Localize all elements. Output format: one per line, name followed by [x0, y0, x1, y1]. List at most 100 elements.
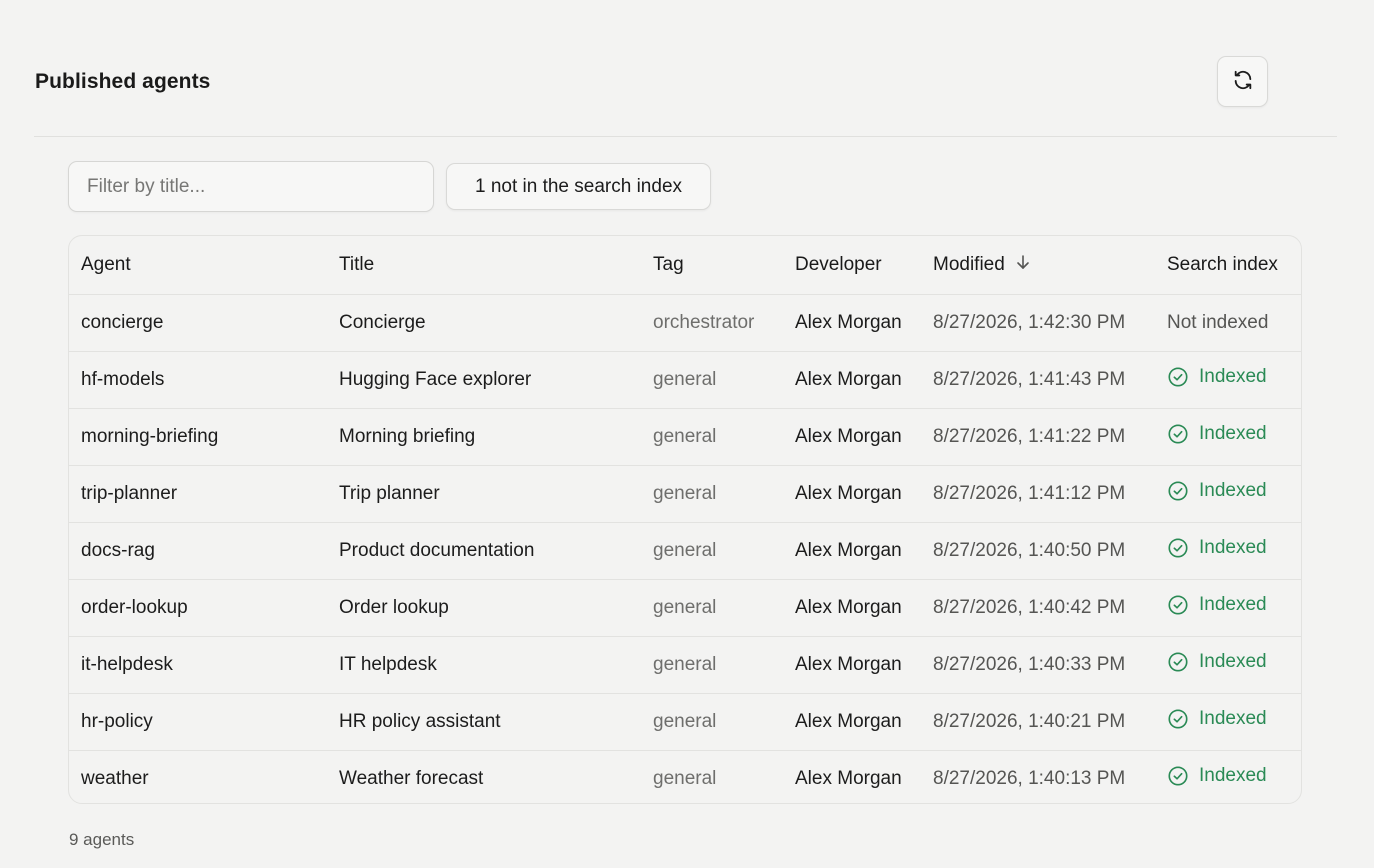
check-circle-icon — [1167, 480, 1189, 502]
cell-search-index: Not indexed — [1155, 294, 1301, 352]
cell-developer: Alex Morgan — [783, 693, 921, 751]
check-circle-icon — [1167, 537, 1189, 559]
cell-title: Hugging Face explorer — [327, 351, 641, 409]
table-header-row: Agent Title Tag Developer Modified Searc… — [69, 236, 1301, 295]
check-circle-icon — [1167, 594, 1189, 616]
cell-title: Trip planner — [327, 465, 641, 523]
cell-developer: Alex Morgan — [783, 408, 921, 466]
status-badge: Indexed — [1167, 480, 1267, 502]
filter-title-input[interactable] — [68, 161, 434, 212]
status-label: Indexed — [1199, 764, 1267, 786]
cell-search-index: Indexed — [1155, 579, 1301, 637]
refresh-button[interactable] — [1217, 56, 1268, 107]
cell-title: Morning briefing — [327, 408, 641, 466]
cell-title: Order lookup — [327, 579, 641, 637]
status-badge: Indexed — [1167, 594, 1267, 616]
cell-modified: 8/27/2026, 1:40:50 PM — [921, 522, 1155, 580]
column-header-title[interactable]: Title — [327, 236, 641, 295]
cell-developer: Alex Morgan — [783, 579, 921, 637]
cell-agent: concierge — [69, 294, 327, 352]
cell-agent: weather — [81, 767, 149, 789]
status-label: Indexed — [1199, 536, 1267, 558]
cell-title: HR policy assistant — [327, 693, 641, 751]
cell-search-index: Indexed — [1155, 465, 1301, 523]
cell-agent: docs-rag — [69, 522, 327, 580]
page-header — [34, 0, 1337, 137]
table-row[interactable]: it-helpdesk IT helpdesk general Alex Morgan… — [69, 636, 1301, 694]
table-row[interactable]: order-lookup Order lookup general Alex Morg… — [69, 579, 1301, 637]
cell-tag: general — [641, 579, 783, 637]
cell-agent: order-lookup — [69, 579, 327, 637]
status-label: Indexed — [1199, 650, 1267, 672]
cell-agent: hr-policy — [69, 693, 327, 751]
cell-title: Concierge — [327, 294, 641, 352]
table-row[interactable]: hr-policy HR policy assistant general Alex … — [69, 693, 1301, 751]
cell-tag: general — [641, 636, 783, 694]
cell-agent: hf-models — [69, 351, 327, 409]
check-circle-icon — [1167, 366, 1189, 388]
cell-search-index: Indexed — [1155, 636, 1301, 694]
cell-search-index: Indexed — [1155, 693, 1301, 751]
status-badge: Indexed — [1167, 537, 1267, 559]
status-label: Indexed — [1199, 365, 1267, 387]
cell-tag: general — [641, 522, 783, 580]
status-badge: Indexed — [1167, 366, 1267, 388]
cell-tag: general — [653, 767, 717, 789]
table-row[interactable]: hf-models Hugging Face explorer general Ale… — [69, 351, 1301, 409]
cell-agent: morning-briefing — [69, 408, 327, 466]
table-row[interactable]: docs-rag Product documentation general Alex… — [69, 522, 1301, 580]
status-label: Indexed — [1199, 707, 1267, 729]
cell-developer: Alex Morgan — [795, 767, 902, 789]
cell-developer: Alex Morgan — [783, 294, 921, 352]
cell-developer: Alex Morgan — [783, 351, 921, 409]
column-header-agent[interactable]: Agent — [69, 236, 327, 295]
cell-modified: 8/27/2026, 1:40:33 PM — [921, 636, 1155, 694]
cell-tag: general — [641, 351, 783, 409]
page-title: Published agents — [35, 70, 211, 93]
check-circle-icon — [1167, 708, 1189, 730]
status-badge: Not indexed — [1167, 312, 1268, 334]
check-circle-icon — [1167, 423, 1189, 445]
cell-modified: 8/27/2026, 1:42:30 PM — [921, 294, 1155, 352]
cell-modified: 8/27/2026, 1:40:42 PM — [921, 579, 1155, 637]
not-indexed-filter-button[interactable]: 1 not in the search index — [446, 163, 711, 210]
cell-search-index: Indexed — [1155, 522, 1301, 580]
cell-agent: it-helpdesk — [69, 636, 327, 694]
cell-modified: 8/27/2026, 1:41:22 PM — [921, 408, 1155, 466]
status-label: Indexed — [1199, 422, 1267, 444]
column-header-search-index[interactable]: Search index — [1155, 236, 1301, 295]
cell-tag: general — [641, 408, 783, 466]
refresh-icon — [1232, 69, 1254, 94]
cell-modified: 8/27/2026, 1:41:43 PM — [921, 351, 1155, 409]
table-row[interactable]: trip-planner Trip planner general Alex Morg… — [69, 465, 1301, 523]
status-badge: Indexed — [1167, 423, 1267, 445]
not-indexed-filter-label: 1 not in the search index — [474, 175, 683, 197]
cell-search-index: Indexed — [1155, 351, 1301, 409]
agent-count: 9 agents — [69, 830, 135, 849]
cell-modified: 8/27/2026, 1:40:13 PM — [933, 767, 1126, 789]
agents-table: Agent Title Tag Developer Modified Searc… — [68, 235, 1302, 804]
cell-tag: general — [641, 465, 783, 523]
status-label: Not indexed — [1167, 311, 1269, 333]
column-header-tag[interactable]: Tag — [641, 236, 783, 295]
table-row[interactable]: concierge Concierge orchestrator Alex Morga… — [69, 294, 1301, 352]
table-row[interactable]: morning-briefing Morning briefing general A… — [69, 408, 1301, 466]
column-header-developer[interactable]: Developer — [783, 236, 921, 295]
check-circle-icon — [1167, 765, 1189, 787]
status-label: Indexed — [1199, 593, 1267, 615]
column-header-modified-label: Modified — [933, 253, 1005, 275]
cell-developer: Alex Morgan — [783, 465, 921, 523]
cell-modified: 8/27/2026, 1:40:21 PM — [921, 693, 1155, 751]
cell-search-index: Indexed — [1155, 750, 1301, 803]
cell-tag: orchestrator — [641, 294, 783, 352]
column-header-modified[interactable]: Modified — [921, 236, 1155, 295]
arrow-down-icon — [1015, 254, 1031, 276]
cell-title: Product documentation — [327, 522, 641, 580]
cell-tag: general — [641, 693, 783, 751]
cell-developer: Alex Morgan — [783, 522, 921, 580]
table-row[interactable]: weather Weather forecast general Alex Morga… — [69, 750, 1301, 803]
status-label: Indexed — [1199, 479, 1267, 501]
status-badge: Indexed — [1167, 765, 1267, 787]
status-badge: Indexed — [1167, 651, 1267, 673]
check-circle-icon — [1167, 651, 1189, 673]
